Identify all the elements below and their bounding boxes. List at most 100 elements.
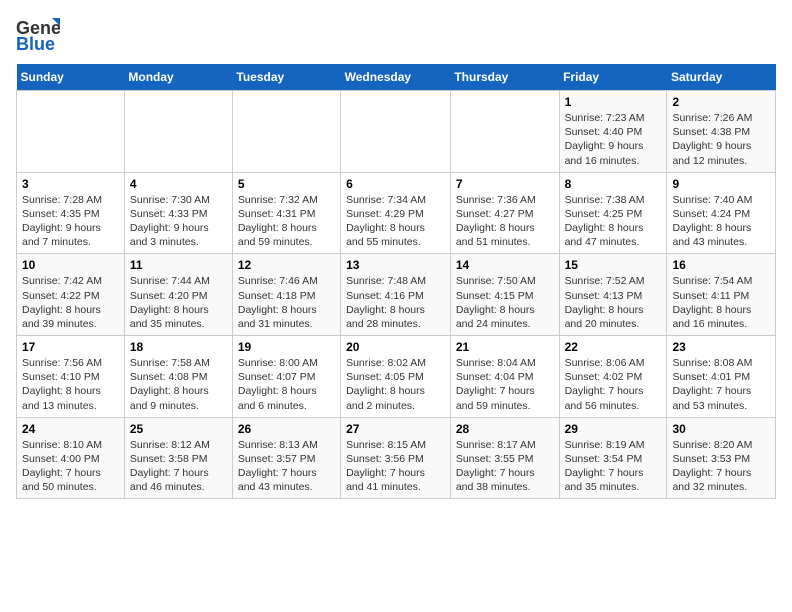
day-info: Sunrise: 7:52 AM Sunset: 4:13 PM Dayligh… <box>565 274 662 331</box>
day-number: 1 <box>565 95 662 109</box>
day-info: Sunrise: 8:13 AM Sunset: 3:57 PM Dayligh… <box>238 438 335 495</box>
day-number: 3 <box>22 177 119 191</box>
day-info: Sunrise: 7:32 AM Sunset: 4:31 PM Dayligh… <box>238 193 335 250</box>
day-number: 7 <box>456 177 554 191</box>
calendar-week-5: 24 Sunrise: 8:10 AM Sunset: 4:00 PM Dayli… <box>17 417 776 499</box>
day-info: Sunrise: 7:38 AM Sunset: 4:25 PM Dayligh… <box>565 193 662 250</box>
calendar-cell: 11 Sunrise: 7:44 AM Sunset: 4:20 PM Dayli… <box>124 254 232 336</box>
calendar-cell: 14 Sunrise: 7:50 AM Sunset: 4:15 PM Dayli… <box>450 254 559 336</box>
day-number: 4 <box>130 177 227 191</box>
day-number: 8 <box>565 177 662 191</box>
header-wednesday: Wednesday <box>341 64 451 91</box>
day-info: Sunrise: 8:12 AM Sunset: 3:58 PM Dayligh… <box>130 438 227 495</box>
header-sunday: Sunday <box>17 64 125 91</box>
day-info: Sunrise: 7:36 AM Sunset: 4:27 PM Dayligh… <box>456 193 554 250</box>
day-number: 11 <box>130 258 227 272</box>
day-info: Sunrise: 8:10 AM Sunset: 4:00 PM Dayligh… <box>22 438 119 495</box>
day-number: 26 <box>238 422 335 436</box>
day-info: Sunrise: 7:54 AM Sunset: 4:11 PM Dayligh… <box>672 274 770 331</box>
day-number: 9 <box>672 177 770 191</box>
day-number: 16 <box>672 258 770 272</box>
calendar-cell: 21 Sunrise: 8:04 AM Sunset: 4:04 PM Dayli… <box>450 336 559 418</box>
calendar-header-row: SundayMondayTuesdayWednesdayThursdayFrid… <box>17 64 776 91</box>
calendar-cell: 20 Sunrise: 8:02 AM Sunset: 4:05 PM Dayli… <box>341 336 451 418</box>
day-number: 23 <box>672 340 770 354</box>
day-info: Sunrise: 8:15 AM Sunset: 3:56 PM Dayligh… <box>346 438 445 495</box>
calendar-cell: 18 Sunrise: 7:58 AM Sunset: 4:08 PM Dayli… <box>124 336 232 418</box>
day-info: Sunrise: 7:40 AM Sunset: 4:24 PM Dayligh… <box>672 193 770 250</box>
day-info: Sunrise: 8:00 AM Sunset: 4:07 PM Dayligh… <box>238 356 335 413</box>
day-number: 6 <box>346 177 445 191</box>
calendar-cell: 13 Sunrise: 7:48 AM Sunset: 4:16 PM Dayli… <box>341 254 451 336</box>
day-info: Sunrise: 7:26 AM Sunset: 4:38 PM Dayligh… <box>672 111 770 168</box>
calendar-cell: 3Sunrise: 7:28 AM Sunset: 4:35 PM Daylig… <box>17 172 125 254</box>
calendar-cell: 16 Sunrise: 7:54 AM Sunset: 4:11 PM Dayli… <box>667 254 776 336</box>
calendar-cell: 1 Sunrise: 7:23 AM Sunset: 4:40 PM Daylig… <box>559 91 667 173</box>
calendar-cell: 23 Sunrise: 8:08 AM Sunset: 4:01 PM Dayli… <box>667 336 776 418</box>
calendar-cell: 7 Sunrise: 7:36 AM Sunset: 4:27 PM Daylig… <box>450 172 559 254</box>
calendar-cell <box>17 91 125 173</box>
day-number: 13 <box>346 258 445 272</box>
day-number: 12 <box>238 258 335 272</box>
day-number: 15 <box>565 258 662 272</box>
day-number: 17 <box>22 340 119 354</box>
calendar-cell <box>124 91 232 173</box>
day-info: Sunrise: 7:58 AM Sunset: 4:08 PM Dayligh… <box>130 356 227 413</box>
day-number: 21 <box>456 340 554 354</box>
calendar-cell: 4 Sunrise: 7:30 AM Sunset: 4:33 PM Daylig… <box>124 172 232 254</box>
calendar-cell: 22Sunrise: 8:06 AM Sunset: 4:02 PM Dayli… <box>559 336 667 418</box>
header-friday: Friday <box>559 64 667 91</box>
day-number: 24 <box>22 422 119 436</box>
calendar-cell: 2 Sunrise: 7:26 AM Sunset: 4:38 PM Daylig… <box>667 91 776 173</box>
logo-icon: General Blue <box>16 16 60 54</box>
calendar-week-4: 17 Sunrise: 7:56 AM Sunset: 4:10 PM Dayli… <box>17 336 776 418</box>
day-info: Sunrise: 8:04 AM Sunset: 4:04 PM Dayligh… <box>456 356 554 413</box>
day-info: Sunrise: 8:08 AM Sunset: 4:01 PM Dayligh… <box>672 356 770 413</box>
header-monday: Monday <box>124 64 232 91</box>
day-number: 27 <box>346 422 445 436</box>
day-info: Sunrise: 7:46 AM Sunset: 4:18 PM Dayligh… <box>238 274 335 331</box>
calendar-cell: 30 Sunrise: 8:20 AM Sunset: 3:53 PM Dayli… <box>667 417 776 499</box>
calendar-cell: 27 Sunrise: 8:15 AM Sunset: 3:56 PM Dayli… <box>341 417 451 499</box>
day-number: 25 <box>130 422 227 436</box>
day-number: 28 <box>456 422 554 436</box>
calendar-cell: 26 Sunrise: 8:13 AM Sunset: 3:57 PM Dayli… <box>232 417 340 499</box>
day-info: Sunrise: 7:48 AM Sunset: 4:16 PM Dayligh… <box>346 274 445 331</box>
day-number: 30 <box>672 422 770 436</box>
calendar-cell: 6 Sunrise: 7:34 AM Sunset: 4:29 PM Daylig… <box>341 172 451 254</box>
day-info: Sunrise: 7:34 AM Sunset: 4:29 PM Dayligh… <box>346 193 445 250</box>
calendar-cell: 19 Sunrise: 8:00 AM Sunset: 4:07 PM Dayli… <box>232 336 340 418</box>
calendar-table: SundayMondayTuesdayWednesdayThursdayFrid… <box>16 64 776 499</box>
header-saturday: Saturday <box>667 64 776 91</box>
header-tuesday: Tuesday <box>232 64 340 91</box>
day-info: Sunrise: 8:06 AM Sunset: 4:02 PM Dayligh… <box>565 356 662 413</box>
day-number: 14 <box>456 258 554 272</box>
calendar-cell: 25 Sunrise: 8:12 AM Sunset: 3:58 PM Dayli… <box>124 417 232 499</box>
calendar-cell: 17 Sunrise: 7:56 AM Sunset: 4:10 PM Dayli… <box>17 336 125 418</box>
calendar-cell <box>450 91 559 173</box>
day-info: Sunrise: 8:20 AM Sunset: 3:53 PM Dayligh… <box>672 438 770 495</box>
logo: General Blue <box>16 16 60 54</box>
day-info: Sunrise: 7:50 AM Sunset: 4:15 PM Dayligh… <box>456 274 554 331</box>
day-info: Sunrise: 7:30 AM Sunset: 4:33 PM Dayligh… <box>130 193 227 250</box>
day-number: 19 <box>238 340 335 354</box>
calendar-cell <box>232 91 340 173</box>
calendar-cell: 12 Sunrise: 7:46 AM Sunset: 4:18 PM Dayli… <box>232 254 340 336</box>
day-info: Sunrise: 7:44 AM Sunset: 4:20 PM Dayligh… <box>130 274 227 331</box>
day-info: Sunrise: 7:56 AM Sunset: 4:10 PM Dayligh… <box>22 356 119 413</box>
day-info: Sunrise: 8:02 AM Sunset: 4:05 PM Dayligh… <box>346 356 445 413</box>
day-number: 20 <box>346 340 445 354</box>
day-info: Sunrise: 7:23 AM Sunset: 4:40 PM Dayligh… <box>565 111 662 168</box>
svg-text:Blue: Blue <box>16 34 55 54</box>
calendar-cell: 8 Sunrise: 7:38 AM Sunset: 4:25 PM Daylig… <box>559 172 667 254</box>
day-number: 2 <box>672 95 770 109</box>
calendar-cell: 28 Sunrise: 8:17 AM Sunset: 3:55 PM Dayli… <box>450 417 559 499</box>
day-info: Sunrise: 8:17 AM Sunset: 3:55 PM Dayligh… <box>456 438 554 495</box>
calendar-week-3: 10Sunrise: 7:42 AM Sunset: 4:22 PM Dayli… <box>17 254 776 336</box>
calendar-week-1: 1 Sunrise: 7:23 AM Sunset: 4:40 PM Daylig… <box>17 91 776 173</box>
calendar-cell: 29Sunrise: 8:19 AM Sunset: 3:54 PM Dayli… <box>559 417 667 499</box>
day-number: 18 <box>130 340 227 354</box>
page-header: General Blue <box>16 16 776 54</box>
day-number: 5 <box>238 177 335 191</box>
day-number: 29 <box>565 422 662 436</box>
